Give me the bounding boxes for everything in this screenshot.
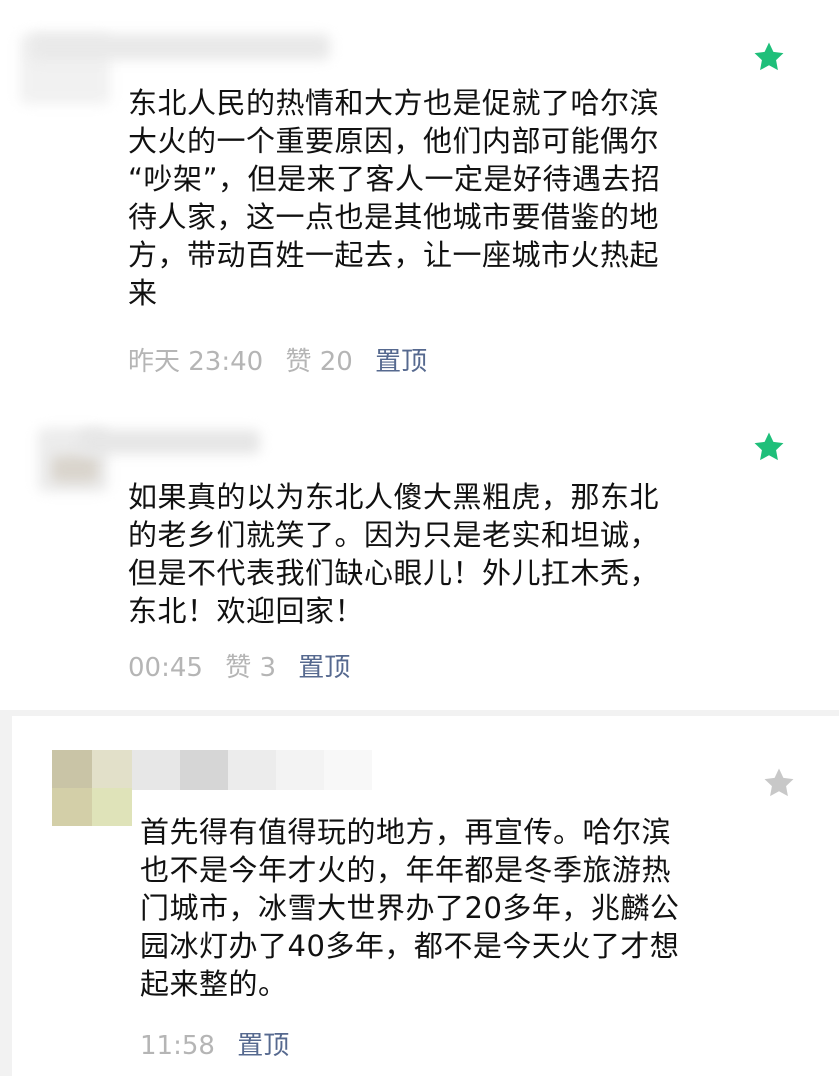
like-count[interactable]: 赞 3 [225,653,276,683]
comment-meta: 昨天 23:40 赞 20 置顶 [128,346,441,378]
pin-button[interactable]: 置顶 [237,1031,289,1061]
screenshot-divider-left [0,716,12,1076]
username-pixelated [132,750,372,790]
avatar-pixelated [52,750,132,826]
pin-button[interactable]: 置顶 [298,653,350,683]
comment-screenshot: 东北人民的热情和大方也是促就了哈尔滨 大火的一个重要原因，他们内部可能偶尔 “吵… [0,0,839,1076]
favorite-star-outline-icon[interactable] [762,766,796,800]
like-count[interactable]: 赞 20 [285,347,352,377]
comment-text: 首先得有值得玩的地方，再宣传。哈尔滨 也不是今年才火的，年年都是冬季旅游热 门城… [140,815,680,1001]
comment-time: 00:45 [128,653,203,683]
pin-button[interactable]: 置顶 [375,347,427,377]
comment-card-1: 东北人民的热情和大方也是促就了哈尔滨 大火的一个重要原因，他们内部可能偶尔 “吵… [0,0,839,404]
comment-meta: 00:45 赞 3 置顶 [128,652,364,684]
avatar-blurred-detail [52,456,98,482]
favorite-star-icon[interactable] [752,430,786,464]
comment-time: 昨天 23:40 [128,347,264,377]
comment-text: 如果真的以为东北人傻大黑粗虎，那东北 的老乡们就笑了。因为只是老实和坦诚， 但是… [128,480,660,628]
username-blurred [30,34,330,60]
comment-time: 11:58 [140,1031,215,1061]
favorite-star-icon[interactable] [752,40,786,74]
comment-card-2: 如果真的以为东北人傻大黑粗虎，那东北 的老乡们就笑了。因为只是老实和坦诚， 但是… [0,404,839,710]
username-blurred [80,430,260,454]
comment-text: 东北人民的热情和大方也是促就了哈尔滨 大火的一个重要原因，他们内部可能偶尔 “吵… [128,86,661,310]
comment-card-3: 首先得有值得玩的地方，再宣传。哈尔滨 也不是今年才火的，年年都是冬季旅游热 门城… [12,716,839,1076]
comment-meta: 11:58 置顶 [140,1030,303,1062]
